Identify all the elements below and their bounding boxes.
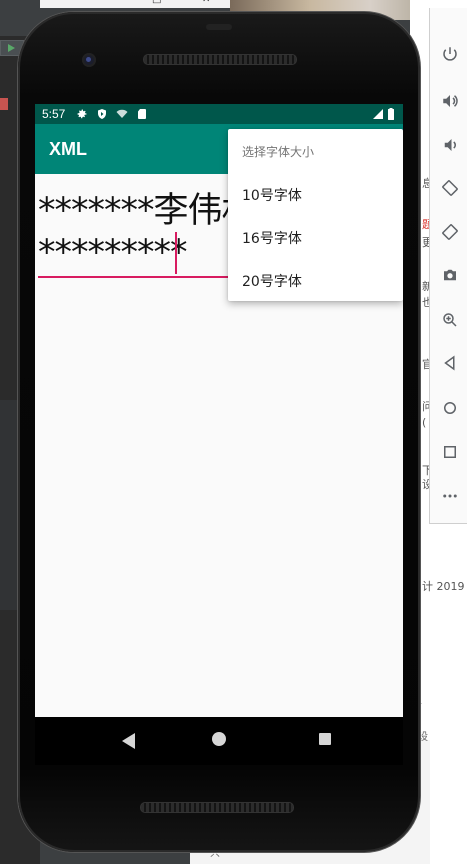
minimize-button[interactable]: — [110,0,120,5]
sd-card-icon [136,108,148,120]
earpiece [206,24,232,30]
menu-item-label: 20号字体 [242,274,302,290]
volume-up-icon[interactable] [440,91,460,111]
battery-icon [387,108,395,120]
emulator-toolbar [429,8,467,524]
back-icon[interactable] [440,353,460,373]
power-icon[interactable] [440,44,460,64]
signal-icon [372,108,384,120]
nav-recents-icon[interactable] [319,733,331,745]
text-line-1: *******李伟林 [38,191,257,231]
wifi-icon [116,108,128,120]
phone-screen: 5:57 XML *******李伟林 ********* 选择字体大小 10号… [35,104,403,717]
doc-text: 计 2019 [422,580,465,593]
error-marker [0,98,8,110]
doc-text: ( [422,416,427,429]
menu-item-16[interactable]: 16号字体 [228,215,403,258]
menu-item-label: 16号字体 [242,231,302,247]
menu-item-label: 10号字体 [242,188,302,204]
status-bar: 5:57 [35,104,403,124]
shield-icon [96,108,108,120]
nav-home-icon[interactable] [212,732,226,746]
close-button[interactable]: ✕ [202,0,210,5]
text-line-2: ********* [38,233,187,273]
status-time: 5:57 [42,107,66,121]
volume-down-icon[interactable] [440,135,460,155]
menu-item-10[interactable]: 10号字体 [228,172,403,215]
app-title: XML [49,139,87,159]
rotate-right-icon[interactable] [440,222,460,242]
overview-icon[interactable] [440,442,460,462]
maximize-button[interactable]: □ [152,0,161,5]
navigation-bar [35,717,403,765]
window-titlebar: — □ ✕ [40,0,230,8]
phone-frame: 5:57 XML *******李伟林 ********* 选择字体大小 10号… [18,12,420,852]
menu-header: 选择字体大小 [242,145,315,159]
settings-icon [76,108,88,120]
home-icon[interactable] [440,398,460,418]
bottom-speaker [140,802,294,813]
text-cursor [175,232,177,274]
rotate-left-icon[interactable] [440,178,460,198]
more-icon[interactable] [440,486,460,506]
font-size-menu: 选择字体大小 10号字体 16号字体 20号字体 [228,129,403,301]
zoom-icon[interactable] [440,310,460,330]
menu-item-20[interactable]: 20号字体 [228,258,403,301]
nav-back-icon[interactable] [122,733,135,749]
top-speaker [143,54,297,65]
front-camera-icon [82,53,96,67]
camera-icon[interactable] [440,265,460,285]
